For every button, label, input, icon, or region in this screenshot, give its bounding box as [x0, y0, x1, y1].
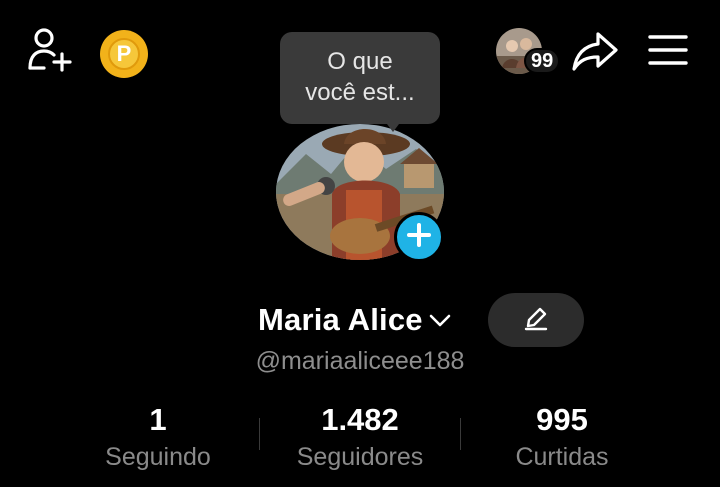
person-add-icon [24, 24, 76, 81]
menu-button[interactable] [644, 30, 692, 74]
stat-divider [460, 418, 461, 450]
profile-name-row[interactable]: Maria Alice [258, 300, 453, 340]
chevron-down-icon[interactable] [427, 310, 453, 330]
stat-likes-label: Curtidas [515, 443, 609, 471]
coin-icon: P [108, 38, 140, 70]
stat-following[interactable]: 1 Seguindo [58, 402, 258, 474]
friends-count-badge: 99 [524, 48, 561, 74]
stat-followers-value: 1.482 [321, 402, 399, 437]
stat-following-value: 1 [149, 402, 167, 437]
add-friend-button[interactable] [24, 26, 76, 78]
note-bubble[interactable]: O que você est... [280, 32, 440, 124]
stat-followers-label: Seguidores [296, 443, 424, 471]
share-icon [570, 28, 620, 79]
stat-likes-value: 995 [536, 402, 588, 437]
hamburger-menu-icon [646, 32, 690, 73]
coin-letter: P [116, 41, 132, 66]
username: @mariaaliceee188 [255, 347, 465, 375]
note-text-line2: você est... [305, 79, 415, 106]
stat-likes[interactable]: 995 Curtidas [462, 402, 662, 474]
edit-profile-button[interactable] [488, 293, 584, 347]
note-bubble-tail [384, 120, 402, 132]
pencil-icon [522, 304, 550, 337]
share-button[interactable] [570, 30, 620, 76]
stat-followers[interactable]: 1.482 Seguidores [260, 402, 460, 474]
add-story-button[interactable] [394, 212, 444, 262]
note-text-line1: O que [327, 48, 393, 75]
coin-button[interactable]: P [100, 30, 148, 78]
profile-name: Maria Alice [258, 302, 423, 337]
plus-icon [406, 222, 432, 253]
stat-following-label: Seguindo [105, 443, 211, 471]
